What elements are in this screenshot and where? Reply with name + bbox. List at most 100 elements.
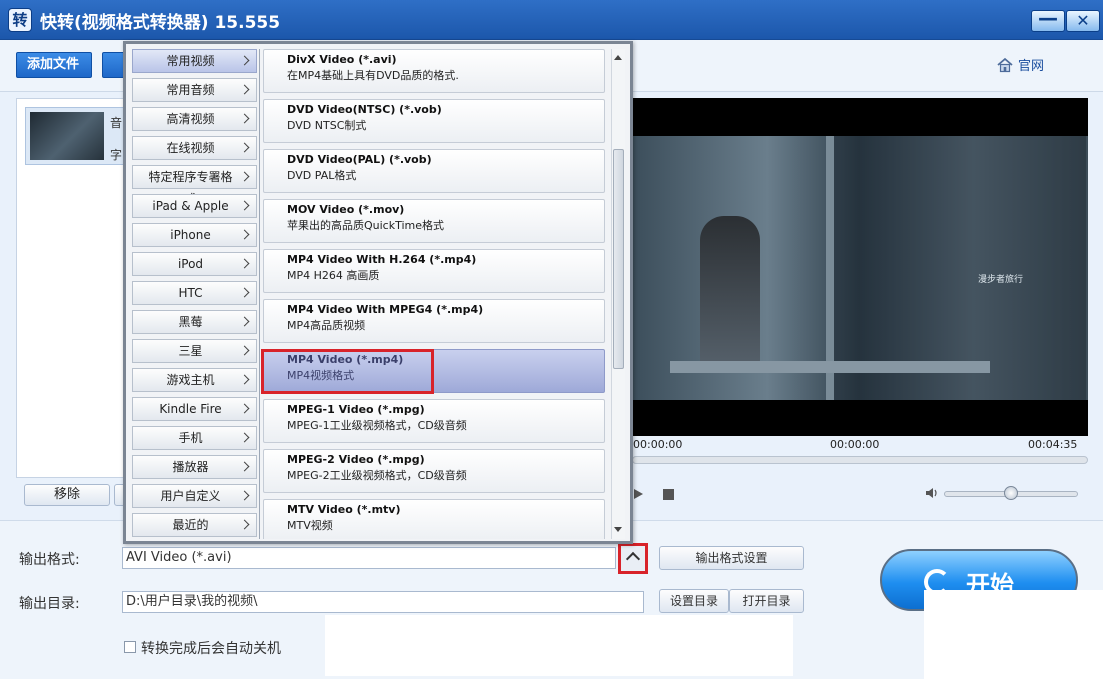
format-option[interactable]: DivX Video (*.avi) 在MP4基础上具有DVD品质的格式. xyxy=(263,49,605,93)
format-category-label: 用户自定义 xyxy=(160,489,221,503)
video-thumbnail xyxy=(30,112,104,160)
video-watermark-text: 漫步者旅行 xyxy=(978,275,1024,285)
output-format-label: 输出格式: xyxy=(19,552,80,568)
format-category-item[interactable]: iPhone xyxy=(132,223,257,247)
format-category-item[interactable]: HTC xyxy=(132,281,257,305)
chevron-right-icon xyxy=(239,55,250,66)
chevron-right-icon xyxy=(239,229,250,240)
format-category-label: 游戏主机 xyxy=(166,373,215,387)
chevron-right-icon xyxy=(239,345,250,356)
chevron-right-icon xyxy=(239,490,250,501)
format-option-description: MPEG-1工业级视频格式，CD级音频 xyxy=(287,419,467,432)
chevron-right-icon xyxy=(239,200,250,211)
format-category-label: Kindle Fire xyxy=(159,402,222,416)
format-category-label: 手机 xyxy=(178,431,203,445)
progress-bar[interactable] xyxy=(632,456,1088,464)
format-category-item[interactable]: iPod xyxy=(132,252,257,276)
chevron-right-icon xyxy=(239,171,250,182)
format-category-label: 常用视频 xyxy=(166,54,215,68)
format-option-title: MP4 Video With H.264 (*.mp4) xyxy=(287,253,477,266)
format-category-label: HTC xyxy=(178,286,203,300)
format-option-title: DivX Video (*.avi) xyxy=(287,53,397,66)
chevron-right-icon xyxy=(239,403,250,414)
format-category-item[interactable]: 播放器 xyxy=(132,455,257,479)
chevron-right-icon xyxy=(239,519,250,530)
chevron-right-icon xyxy=(239,432,250,443)
output-dir-field[interactable]: D:\用户目录\我的视频\ xyxy=(122,591,644,613)
set-dir-button[interactable]: 设置目录 xyxy=(659,589,729,613)
format-option-description: MP4 H264 高画质 xyxy=(287,269,380,282)
list-item[interactable]: 音 字 xyxy=(25,107,130,165)
close-button[interactable]: ✕ xyxy=(1066,10,1100,32)
output-format-field[interactable]: AVI Video (*.avi) xyxy=(122,547,616,569)
chevron-right-icon xyxy=(239,374,250,385)
auto-shutdown-checkbox[interactable] xyxy=(124,641,136,653)
format-option[interactable]: MPEG-1 Video (*.mpg) MPEG-1工业级视频格式，CD级音频 xyxy=(263,399,605,443)
format-category-item[interactable]: iPad & Apple TV xyxy=(132,194,257,235)
title-bar: 转 快转(视频格式转换器) 15.555 — ✕ xyxy=(0,0,1103,40)
total-time: 00:04:35 xyxy=(1028,438,1078,451)
website-link[interactable]: 官网 xyxy=(996,55,1044,74)
format-category-item[interactable]: 常用视频 xyxy=(132,49,257,73)
format-option-description: DVD NTSC制式 xyxy=(287,119,367,132)
chevron-right-icon xyxy=(239,84,250,95)
format-option-description: 苹果出的高品质QuickTime格式 xyxy=(287,219,445,232)
format-category-item[interactable]: 手机 xyxy=(132,426,257,450)
format-popup: 常用视频常用音频高清视频在线视频特定程序专署格式iPad & Apple TVi… xyxy=(123,41,633,544)
format-option[interactable]: DVD Video(PAL) (*.vob) DVD PAL格式 xyxy=(263,149,605,193)
home-icon xyxy=(997,57,1013,73)
file-list-panel[interactable]: 音 字 xyxy=(16,98,130,478)
format-category-item[interactable]: 游戏主机 xyxy=(132,368,257,392)
format-settings-button[interactable]: 输出格式设置 xyxy=(659,546,804,570)
format-option[interactable]: MPEG-2 Video (*.mpg) MPEG-2工业级视频格式，CD级音频 xyxy=(263,449,605,493)
format-category-item[interactable]: 高清视频 xyxy=(132,107,257,131)
format-category-item[interactable]: Kindle Fire xyxy=(132,397,257,421)
format-category-item[interactable]: 在线视频 xyxy=(132,136,257,160)
format-category-label: 三星 xyxy=(178,344,203,358)
play-icon[interactable] xyxy=(634,489,643,499)
app-icon: 转 xyxy=(8,8,32,32)
remove-button[interactable]: 移除 xyxy=(24,484,110,506)
file-audio-label: 音 xyxy=(110,116,123,130)
scroll-down-icon[interactable] xyxy=(614,527,622,532)
format-dropdown-toggle[interactable] xyxy=(618,543,648,574)
format-option-title: MPEG-2 Video (*.mpg) xyxy=(287,453,425,466)
stop-icon[interactable] xyxy=(663,489,674,500)
scroll-up-icon[interactable] xyxy=(614,55,622,60)
volume-slider-handle[interactable] xyxy=(1004,486,1018,500)
format-option[interactable]: MP4 Video With MPEG4 (*.mp4) MP4高品质视频 xyxy=(263,299,605,343)
chevron-right-icon xyxy=(239,258,250,269)
video-preview[interactable]: 漫步者旅行 xyxy=(630,98,1088,436)
file-subtitle-label: 字 xyxy=(110,148,123,162)
scene-ledge xyxy=(670,361,990,373)
selected-format-highlight xyxy=(261,349,434,394)
window-title: 快转(视频格式转换器) 15.555 xyxy=(40,13,281,33)
format-option-title: DVD Video(NTSC) (*.vob) xyxy=(287,103,442,116)
chevron-right-icon xyxy=(239,142,250,153)
video-frame: 漫步者旅行 xyxy=(630,136,1088,400)
format-category-item[interactable]: 三星 xyxy=(132,339,257,363)
format-option[interactable]: MOV Video (*.mov) 苹果出的高品质QuickTime格式 xyxy=(263,199,605,243)
format-category-item[interactable]: 用户自定义 xyxy=(132,484,257,508)
format-option-title: DVD Video(PAL) (*.vob) xyxy=(287,153,432,166)
format-category-item[interactable]: 常用音频 xyxy=(132,78,257,102)
add-file-button[interactable]: 添加文件 xyxy=(16,52,92,78)
format-option-description: MP4高品质视频 xyxy=(287,319,366,332)
format-list[interactable]: DivX Video (*.avi) 在MP4基础上具有DVD品质的格式. DVD … xyxy=(260,49,622,539)
volume-icon[interactable] xyxy=(925,487,939,499)
format-category-label: 黑莓 xyxy=(178,315,203,329)
format-category-item[interactable]: 黑莓 xyxy=(132,310,257,334)
blank-panel xyxy=(325,615,793,676)
format-category-item[interactable]: 特定程序专署格式 xyxy=(132,165,257,206)
format-option[interactable]: MP4 Video With H.264 (*.mp4) MP4 H264 高画质 xyxy=(263,249,605,293)
chevron-right-icon xyxy=(239,316,250,327)
format-list-scrollbar[interactable] xyxy=(611,49,625,539)
format-option-description: MTV视频 xyxy=(287,519,333,532)
format-category-label: 播放器 xyxy=(172,460,209,474)
format-option[interactable]: MTV Video (*.mtv) MTV视频 xyxy=(263,499,605,539)
scrollbar-thumb[interactable] xyxy=(613,149,624,369)
format-option[interactable]: DVD Video(NTSC) (*.vob) DVD NTSC制式 xyxy=(263,99,605,143)
open-dir-button[interactable]: 打开目录 xyxy=(729,589,804,613)
format-category-item[interactable]: 最近的 xyxy=(132,513,257,537)
minimize-button[interactable]: — xyxy=(1031,8,1065,32)
